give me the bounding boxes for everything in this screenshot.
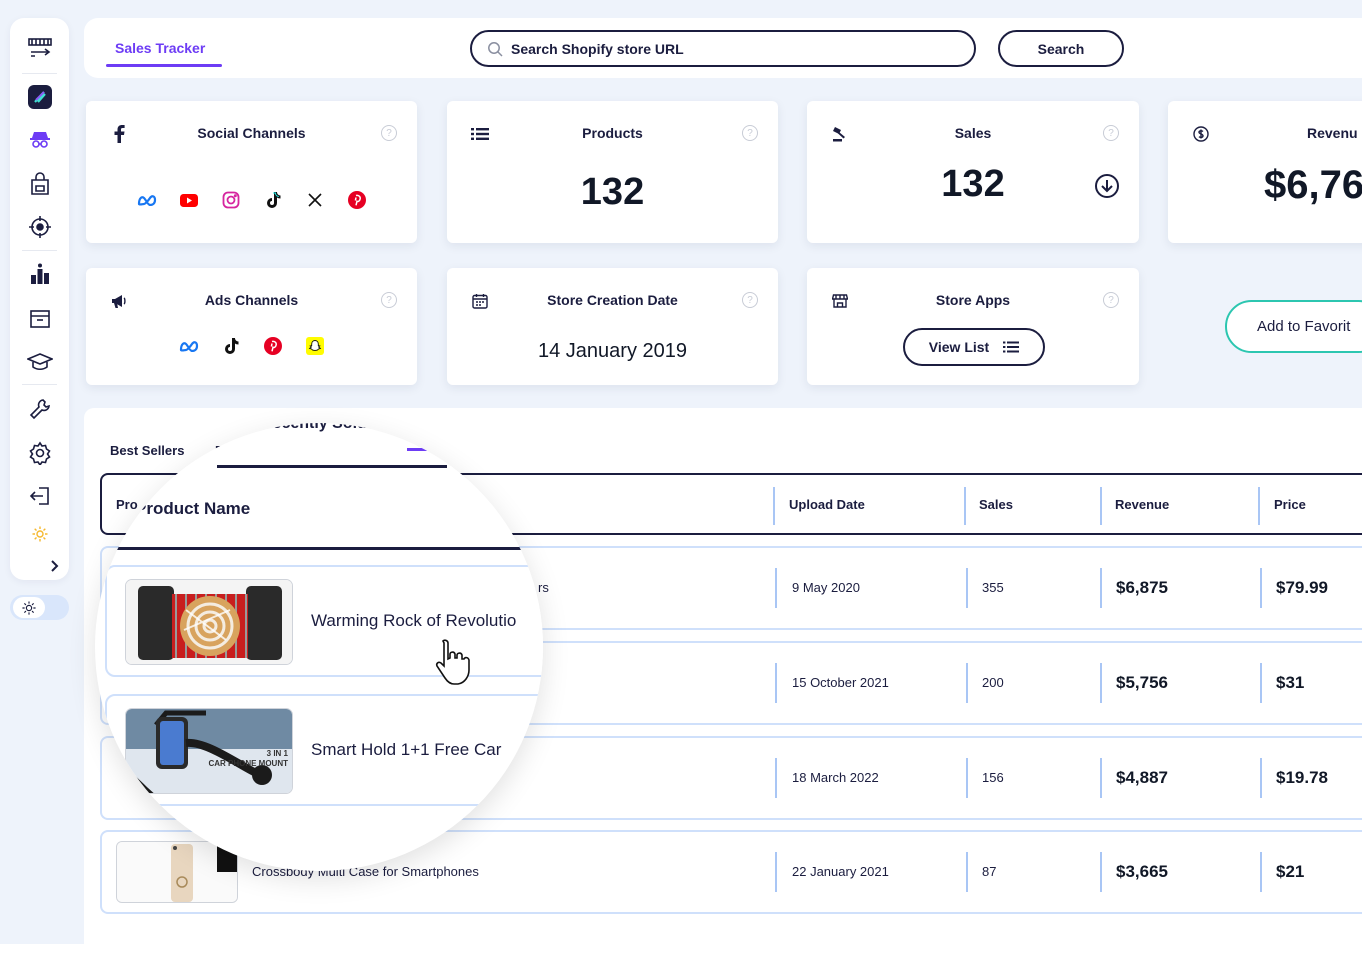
pinterest-icon[interactable] xyxy=(262,335,284,357)
sales-value: 87 xyxy=(982,864,997,879)
help-icon[interactable]: ? xyxy=(742,125,758,141)
products-count: 132 xyxy=(580,171,645,213)
upload-date: 22 January 2021 xyxy=(792,864,889,879)
store-apps-card: Store Apps ? View List xyxy=(807,268,1139,385)
search-input[interactable]: Search Shopify store URL xyxy=(470,30,976,67)
table-row-zoomed[interactable]: 3 IN 1 CAR PHONE MOUNT Smart Hold 1+1 Fr… xyxy=(105,694,543,806)
store-creation-title: Store Creation Date xyxy=(547,292,678,308)
product-thumbnail xyxy=(125,579,293,665)
help-icon[interactable]: ? xyxy=(1103,292,1119,308)
sales-card: Sales ? 132 xyxy=(807,101,1139,243)
app-logo-icon[interactable] xyxy=(26,83,53,110)
tools-icon[interactable] xyxy=(26,395,53,422)
help-icon[interactable]: ? xyxy=(1103,125,1119,141)
product-thumbnail xyxy=(116,841,238,903)
revenue-value: $4,887 xyxy=(1116,768,1168,787)
sales-count: 132 xyxy=(941,163,1005,205)
spy-icon[interactable] xyxy=(26,126,53,153)
revenue-card: Revenu $6,76 xyxy=(1168,101,1362,243)
tab-underline xyxy=(217,465,447,468)
table-row-zoomed[interactable]: Warming Rock of Revolutio xyxy=(105,565,543,685)
revenue-title: Revenu xyxy=(1307,125,1358,141)
settings-icon[interactable] xyxy=(26,439,53,466)
sidebar xyxy=(10,18,69,580)
store-icon[interactable] xyxy=(26,305,53,332)
header-price[interactable]: Price xyxy=(1274,497,1306,512)
magnifier-overlay: Recently Sold Product Name Warming Rock … xyxy=(95,423,543,871)
social-channels-title: Social Channels xyxy=(197,125,306,141)
thumbnail-text: CAR PHONE MOUNT xyxy=(208,759,288,768)
meta-icon[interactable] xyxy=(178,335,200,357)
sales-value: 200 xyxy=(982,675,1004,690)
products-title: Products xyxy=(582,125,643,141)
store-apps-title: Store Apps xyxy=(935,292,1011,308)
products-card: Products ? 132 xyxy=(447,101,778,243)
academy-icon[interactable] xyxy=(26,348,53,375)
sales-title: Sales xyxy=(954,125,992,141)
thumbnail-text: 3 IN 1 xyxy=(266,749,288,758)
sun-icon[interactable] xyxy=(26,520,53,547)
theme-toggle[interactable] xyxy=(10,595,69,620)
instagram-icon[interactable] xyxy=(220,189,242,211)
revenue-value: $6,875 xyxy=(1116,578,1168,597)
search-placeholder: Search Shopify store URL xyxy=(511,40,684,57)
top-bar: Sales Tracker Search Shopify store URL S… xyxy=(84,18,1362,78)
upload-date: 18 March 2022 xyxy=(792,770,879,785)
tab-recently-sold[interactable]: Recently Sold xyxy=(261,423,367,433)
search-button[interactable]: Search xyxy=(998,30,1124,67)
price-value: $31 xyxy=(1276,673,1305,692)
view-list-button[interactable]: View List xyxy=(903,328,1045,366)
header-revenue[interactable]: Revenue xyxy=(1115,497,1169,512)
sun-icon xyxy=(13,597,45,618)
product-name: Smart Hold 1+1 Free Car xyxy=(311,740,502,759)
price-value: $19.78 xyxy=(1276,768,1328,787)
x-icon[interactable] xyxy=(304,189,326,211)
tiktok-icon[interactable] xyxy=(262,189,284,211)
store-creation-date: 14 January 2019 xyxy=(537,340,687,362)
revenue-value: $3,665 xyxy=(1116,862,1168,881)
shopping-bag-icon[interactable] xyxy=(26,170,53,197)
product-name: Warming Rock of Revolutio xyxy=(311,611,517,630)
download-icon[interactable] xyxy=(1094,173,1120,204)
header-sales[interactable]: Sales xyxy=(979,497,1013,512)
pinterest-icon[interactable] xyxy=(346,189,368,211)
logout-icon[interactable] xyxy=(26,482,53,509)
social-channels-card: Social Channels ? xyxy=(86,101,417,243)
tab-best-sellers[interactable]: Best Sellers xyxy=(110,443,184,458)
view-list-label: View List xyxy=(928,339,990,355)
store-creation-card: Store Creation Date ? 14 January 2019 xyxy=(447,268,778,385)
ads-channels-title: Ads Channels xyxy=(204,292,299,308)
search-icon xyxy=(488,41,503,57)
list-icon xyxy=(1003,341,1020,353)
help-icon[interactable]: ? xyxy=(381,125,397,141)
ads-channels-card: Ads Channels ? xyxy=(86,268,417,385)
tab-underline xyxy=(106,64,222,67)
target-icon[interactable] xyxy=(26,213,53,240)
chevron-right-icon[interactable] xyxy=(40,552,67,579)
dollar-icon xyxy=(1192,125,1210,143)
help-icon[interactable]: ? xyxy=(381,292,397,308)
sales-value: 355 xyxy=(982,580,1004,595)
upload-date: 9 May 2020 xyxy=(792,580,860,595)
hand-cursor-icon xyxy=(433,637,477,692)
tab-sales-tracker[interactable]: Sales Tracker xyxy=(115,40,205,56)
header-product-name-zoomed: Product Name xyxy=(135,499,251,518)
revenue-value: $6,76 xyxy=(1264,163,1362,207)
sales-value: 156 xyxy=(982,770,1004,785)
price-value: $21 xyxy=(1276,862,1305,881)
header-upload-date[interactable]: Upload Date xyxy=(789,497,865,512)
upload-date: 15 October 2021 xyxy=(792,675,889,690)
swap-icon[interactable] xyxy=(26,34,53,61)
tiktok-icon[interactable] xyxy=(220,335,242,357)
youtube-icon[interactable] xyxy=(178,189,200,211)
price-value: $79.99 xyxy=(1276,578,1328,597)
gavel-icon xyxy=(407,437,427,456)
meta-icon[interactable] xyxy=(136,189,158,211)
ranking-icon[interactable] xyxy=(26,260,53,287)
add-to-favorites-button[interactable]: Add to Favorit xyxy=(1225,300,1362,353)
revenue-value: $5,756 xyxy=(1116,673,1168,692)
help-icon[interactable]: ? xyxy=(742,292,758,308)
product-thumbnail: 3 IN 1 CAR PHONE MOUNT xyxy=(125,708,293,794)
snapchat-icon[interactable] xyxy=(304,335,326,357)
